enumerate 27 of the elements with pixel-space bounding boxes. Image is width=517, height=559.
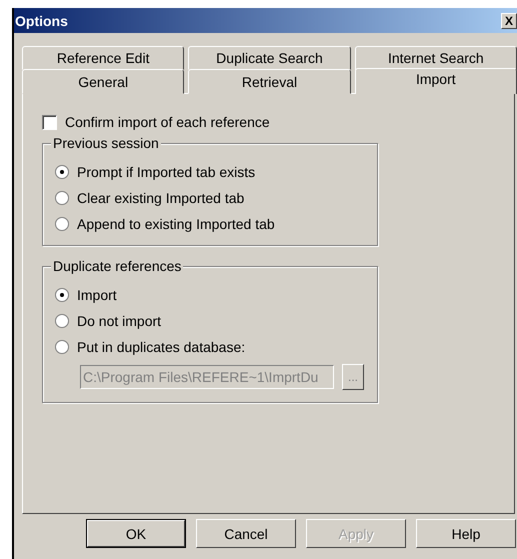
tab[interactable]: Duplicate Search bbox=[188, 46, 351, 70]
radio-button[interactable] bbox=[55, 165, 69, 179]
checkbox[interactable] bbox=[42, 114, 57, 130]
close-button[interactable]: X bbox=[501, 12, 517, 28]
radio-label[interactable]: Put in duplicates database: bbox=[77, 339, 246, 355]
radio-label[interactable]: Clear existing Imported tab bbox=[77, 190, 244, 206]
checkbox-label[interactable]: Confirm import of each reference bbox=[65, 114, 270, 130]
tab[interactable]: Import bbox=[354, 68, 517, 94]
dialog-button[interactable]: Help bbox=[416, 519, 516, 548]
radio-button[interactable] bbox=[55, 191, 69, 205]
tab[interactable]: General bbox=[22, 69, 184, 94]
radio-button[interactable] bbox=[55, 217, 69, 231]
radio-label[interactable]: Prompt if Imported tab exists bbox=[77, 164, 256, 180]
window-title: Options bbox=[15, 12, 68, 28]
radio-label[interactable]: Do not import bbox=[77, 313, 162, 329]
tab[interactable]: Internet Search bbox=[354, 46, 517, 70]
dialog-button[interactable]: Cancel bbox=[196, 519, 296, 548]
radio-label[interactable]: Import bbox=[77, 287, 117, 303]
radio-button[interactable] bbox=[55, 288, 69, 302]
radio-button[interactable] bbox=[55, 314, 69, 328]
tab[interactable]: Retrieval bbox=[188, 69, 351, 94]
group-title: Duplicate references bbox=[51, 258, 184, 274]
radio-button[interactable] bbox=[55, 340, 69, 354]
tab[interactable]: Reference Edit bbox=[22, 46, 184, 70]
group-title: Previous session bbox=[51, 135, 161, 151]
dialog-button[interactable]: OK bbox=[86, 519, 186, 548]
radio-label[interactable]: Append to existing Imported tab bbox=[77, 216, 275, 232]
